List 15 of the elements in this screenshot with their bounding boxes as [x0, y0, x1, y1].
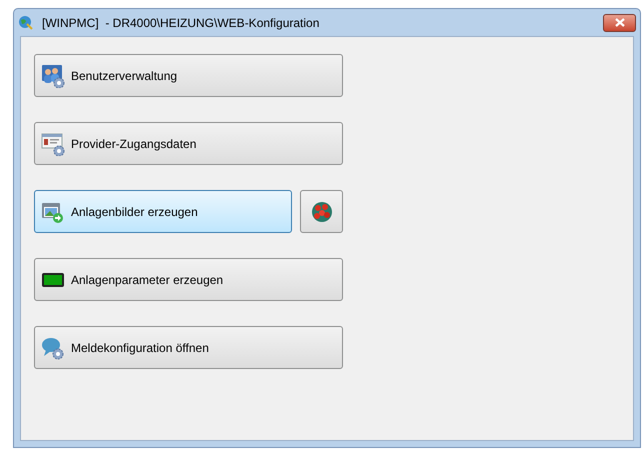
command-button[interactable]: Anlagenbilder erzeugen	[34, 190, 292, 233]
close-button[interactable]	[603, 14, 636, 32]
window-title: [WINPMC] - DR4000\HEIZUNG\WEB-Konfiguration	[42, 14, 320, 32]
command-button[interactable]: Meldekonfiguration öffnen	[34, 326, 343, 369]
command-button[interactable]: Anlagenparameter erzeugen	[34, 258, 343, 301]
id-card-icon	[41, 132, 65, 156]
globe-icon	[18, 14, 34, 30]
ball-cluster-icon	[310, 200, 332, 222]
command-button[interactable]: Provider-Zugangsdaten	[34, 122, 343, 165]
molecule-button[interactable]	[300, 190, 343, 233]
speech-bubble-icon	[41, 336, 65, 360]
users-icon	[41, 64, 65, 88]
command-button[interactable]: Benutzerverwaltung	[34, 54, 343, 97]
display-icon	[41, 270, 65, 288]
close-icon	[614, 18, 624, 27]
